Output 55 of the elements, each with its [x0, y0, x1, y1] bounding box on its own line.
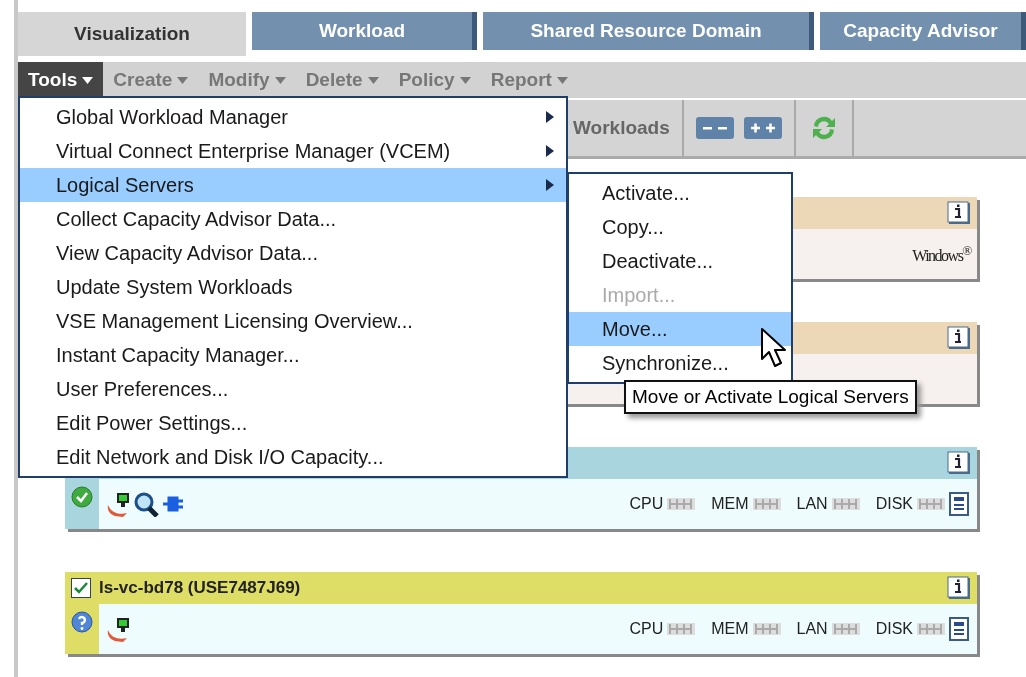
menu-item[interactable]: Move...	[569, 312, 791, 346]
menu-item[interactable]: Activate...	[569, 176, 791, 210]
list-icon[interactable]	[947, 492, 971, 516]
metric-label: DISK	[875, 495, 913, 513]
metric-label: LAN	[796, 495, 828, 513]
caret-icon	[556, 76, 568, 84]
server-arrow-icon[interactable]	[105, 491, 131, 517]
toolbar-label[interactable]: Workloads	[573, 100, 684, 156]
meter-icon	[831, 498, 860, 510]
collapse-icon[interactable]	[695, 117, 734, 139]
tooltip: Move or Activate Logical Servers	[624, 380, 917, 414]
metric-label: LAN	[796, 620, 828, 638]
menu-item[interactable]: Global Workload Manager	[20, 100, 566, 134]
caret-icon	[459, 76, 471, 84]
meter-icon	[831, 623, 860, 635]
menu-item[interactable]: Update System Workloads	[20, 270, 566, 304]
menu-item[interactable]: Collect Capacity Advisor Data...	[20, 202, 566, 236]
meter-icon	[667, 623, 696, 635]
menu-item[interactable]: Copy...	[569, 210, 791, 244]
os-label: Windows$^{®}$	[912, 242, 971, 266]
checkbox[interactable]	[71, 578, 91, 598]
tab[interactable]: Visualization	[18, 12, 246, 56]
info-icon[interactable]	[947, 326, 971, 350]
caret-icon	[82, 76, 94, 84]
expand-icon[interactable]	[743, 117, 782, 139]
info-icon[interactable]	[947, 451, 971, 475]
list-icon[interactable]	[947, 617, 971, 641]
caret-icon	[274, 76, 286, 84]
menu-item[interactable]: Logical Servers	[20, 168, 566, 202]
menu-item[interactable]: Edit Power Settings...	[20, 406, 566, 440]
menu-item[interactable]: User Preferences...	[20, 372, 566, 406]
menu-item[interactable]: Deactivate...	[569, 244, 791, 278]
info-icon[interactable]	[947, 201, 971, 225]
info-icon[interactable]	[947, 576, 971, 600]
magnifier-icon[interactable]	[133, 491, 159, 517]
metric-label: DISK	[875, 620, 913, 638]
meter-icon	[667, 498, 696, 510]
meter-icon	[917, 623, 945, 635]
card-title: ls-vc-bd78 (USE7487J69)	[99, 578, 302, 598]
metric-label: CPU	[629, 620, 664, 638]
menu-item[interactable]: View Capacity Advisor Data...	[20, 236, 566, 270]
metric-label: MEM	[711, 620, 749, 638]
menu-item[interactable]: Synchronize...	[569, 346, 791, 380]
caret-icon	[177, 76, 189, 84]
metric-label: CPU	[629, 495, 664, 513]
meter-icon	[917, 498, 945, 510]
menu-item[interactable]: Virtual Connect Enterprise Manager (VCEM)	[20, 134, 566, 168]
meter-icon	[752, 498, 781, 510]
menu-button[interactable]: Tools	[18, 62, 104, 98]
server-arrow-icon[interactable]	[105, 616, 131, 642]
metric-label: MEM	[711, 495, 749, 513]
menu-item[interactable]: VSE Management Licensing Overview...	[20, 304, 566, 338]
menu-item[interactable]: Instant Capacity Manager...	[20, 338, 566, 372]
caret-icon	[367, 76, 379, 84]
meter-icon	[752, 623, 781, 635]
